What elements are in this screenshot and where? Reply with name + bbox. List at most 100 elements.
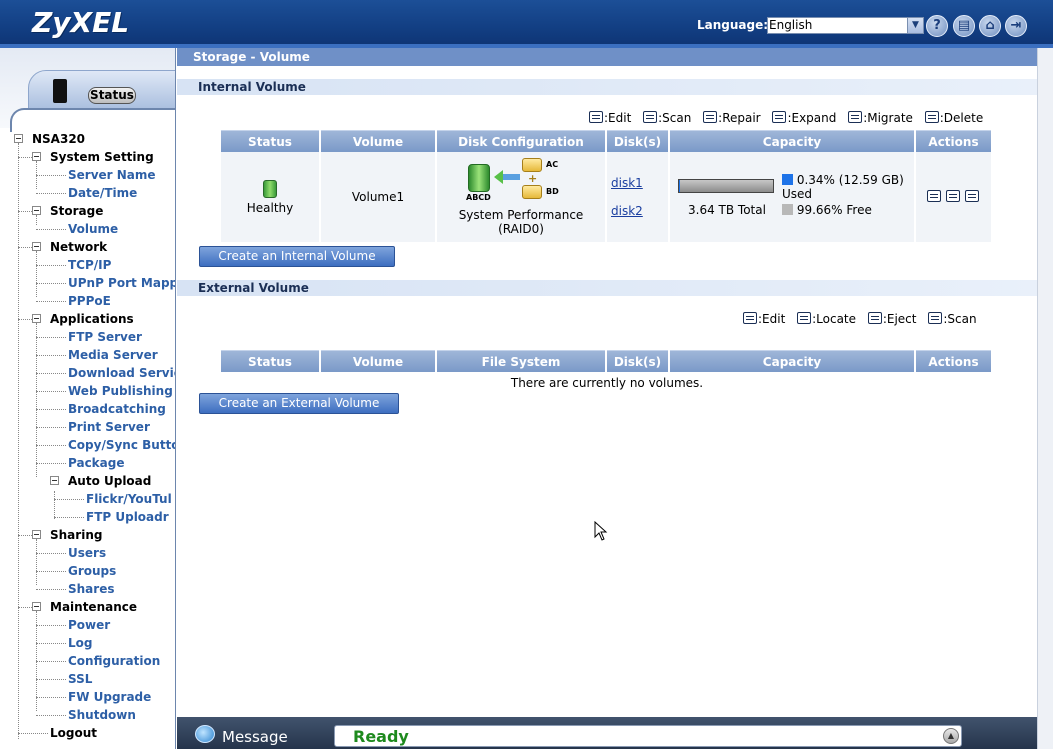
sidebar: Status NSA320 System Setting Server Name Da…	[0, 48, 176, 749]
chevron-up-icon[interactable]: ▲	[943, 728, 959, 744]
tree-connector	[36, 283, 66, 284]
chevron-down-icon[interactable]: ▼	[907, 18, 923, 33]
sidebar-item-ftp-uploadr[interactable]: FTP Uploadr	[86, 510, 169, 524]
used-swatch	[782, 174, 793, 185]
collapse-toggle-icon[interactable]	[14, 134, 23, 143]
disk2-link[interactable]: disk2	[611, 204, 643, 218]
message-text: Ready	[353, 727, 409, 746]
sidebar-item-nsa320[interactable]: NSA320	[32, 132, 85, 146]
collapse-toggle-icon[interactable]	[32, 206, 41, 215]
vertical-scrollbar[interactable]	[1037, 48, 1053, 749]
sidebar-curve	[10, 108, 175, 132]
internal-repair-button[interactable]: :Repair	[703, 111, 761, 125]
sidebar-item-groups[interactable]: Groups	[68, 564, 116, 578]
sidebar-item-media-server[interactable]: Media Server	[68, 348, 158, 362]
external-eject-button[interactable]: :Eject	[867, 312, 917, 326]
internal-delete-button[interactable]: :Delete	[924, 111, 983, 125]
external-edit-button[interactable]: :Edit	[743, 312, 785, 326]
collapse-toggle-icon[interactable]	[32, 152, 41, 161]
col-disk-configuration: Disk Configuration	[437, 130, 605, 152]
sidebar-item-tcp-ip[interactable]: TCP/IP	[68, 258, 111, 272]
sidebar-item-package[interactable]: Package	[68, 456, 125, 470]
disk-bd-icon	[522, 185, 542, 199]
edit-icon[interactable]	[927, 190, 942, 202]
sidebar-item-broadcatching[interactable]: Broadcatching	[68, 402, 166, 416]
collapse-toggle-icon[interactable]	[32, 530, 41, 539]
arrow-icon	[494, 170, 520, 184]
raid-ac-label: AC	[546, 160, 559, 169]
help-icon[interactable]: ?	[926, 15, 948, 37]
external-locate-label: :Locate	[812, 312, 857, 326]
internal-migrate-button[interactable]: :Migrate	[848, 111, 913, 125]
internal-scan-button[interactable]: :Scan	[643, 111, 691, 125]
sidebar-item-shutdown[interactable]: Shutdown	[68, 708, 136, 722]
sidebar-item-sharing[interactable]: Sharing	[50, 528, 102, 542]
tree-connector	[36, 337, 66, 338]
disk-healthy-icon	[263, 179, 277, 198]
tree-connector	[36, 301, 66, 302]
migrate-icon	[848, 111, 863, 123]
sidebar-item-power[interactable]: Power	[68, 618, 110, 632]
sidebar-item-flickr-youtul[interactable]: Flickr/YouTul	[86, 492, 172, 506]
sidebar-item-shares[interactable]: Shares	[68, 582, 114, 596]
sidebar-item-web-publishing[interactable]: Web Publishing	[68, 384, 173, 398]
col-actions: Actions	[916, 130, 991, 152]
collapse-toggle-icon[interactable]	[32, 314, 41, 323]
sidebar-item-storage[interactable]: Storage	[50, 204, 103, 218]
tree-connector	[36, 391, 66, 392]
internal-volume-table: Status Volume Disk Configuration Disk(s)…	[219, 130, 993, 242]
sidebar-item-maintenance[interactable]: Maintenance	[50, 600, 137, 614]
sidebar-item-download-servic[interactable]: Download Servic	[68, 366, 175, 380]
sidebar-item-ftp-server[interactable]: FTP Server	[68, 330, 142, 344]
sidebar-item-date-time[interactable]: Date/Time	[68, 186, 137, 200]
tree-connector	[36, 539, 37, 585]
sidebar-item-log[interactable]: Log	[68, 636, 92, 650]
create-internal-volume-button[interactable]: Create an Internal Volume	[199, 246, 395, 267]
create-external-volume-button[interactable]: Create an External Volume	[199, 393, 399, 414]
internal-edit-button[interactable]: :Edit	[589, 111, 631, 125]
sidebar-item-applications[interactable]: Applications	[50, 312, 134, 326]
col-volume: Volume	[321, 130, 435, 152]
sidebar-item-auto-upload[interactable]: Auto Upload	[68, 474, 151, 488]
sidebar-item-server-name[interactable]: Server Name	[68, 168, 156, 182]
sidebar-item-print-server[interactable]: Print Server	[68, 420, 150, 434]
home-icon[interactable]: ⌂	[979, 15, 1001, 37]
tree-connector	[36, 161, 37, 189]
collapse-toggle-icon[interactable]	[32, 242, 41, 251]
message-label: Message	[222, 728, 288, 746]
tree-connector	[18, 143, 19, 739]
sidebar-item-system-setting[interactable]: System Setting	[50, 150, 154, 164]
sidebar-item-users[interactable]: Users	[68, 546, 106, 560]
internal-expand-button[interactable]: :Expand	[772, 111, 836, 125]
tree-connector	[36, 661, 66, 662]
sidebar-item-logout[interactable]: Logout	[50, 726, 97, 740]
scan-icon	[643, 111, 658, 123]
external-locate-button[interactable]: :Locate	[797, 312, 856, 326]
status-tab[interactable]: Status	[28, 70, 175, 110]
col-capacity: Capacity	[670, 130, 914, 152]
sidebar-item-network[interactable]: Network	[50, 240, 107, 254]
sidebar-item-ssl[interactable]: SSL	[68, 672, 92, 686]
sidebar-item-volume[interactable]: Volume	[68, 222, 118, 236]
language-select[interactable]: English ▼	[767, 17, 924, 34]
header: ZyXEL Language: English ▼ ? ▤ ⌂ ⇥	[0, 0, 1053, 48]
collapse-toggle-icon[interactable]	[50, 476, 59, 485]
document-icon[interactable]: ▤	[953, 15, 975, 37]
disk1-link[interactable]: disk1	[611, 176, 643, 190]
sidebar-item-pppoe[interactable]: PPPoE	[68, 294, 111, 308]
table-row[interactable]: Healthy Volume1 ABCD AC + BD System Perf…	[221, 152, 991, 242]
scan-icon[interactable]	[946, 190, 960, 202]
scan-icon	[928, 312, 943, 324]
external-scan-button[interactable]: :Scan	[928, 312, 977, 326]
tree-connector	[54, 499, 84, 500]
sidebar-item-configuration[interactable]: Configuration	[68, 654, 160, 668]
sidebar-item-copy-sync-butto[interactable]: Copy/Sync Butto	[68, 438, 175, 452]
trash-icon[interactable]	[964, 190, 979, 202]
internal-scan-label: :Scan	[658, 111, 692, 125]
collapse-toggle-icon[interactable]	[32, 602, 41, 611]
tree-connector	[36, 427, 66, 428]
logout-icon[interactable]: ⇥	[1005, 15, 1027, 37]
sidebar-item-upnp-port-mappi[interactable]: UPnP Port Mappi	[68, 276, 175, 290]
sidebar-item-fw-upgrade[interactable]: FW Upgrade	[68, 690, 151, 704]
tree-connector	[36, 697, 66, 698]
